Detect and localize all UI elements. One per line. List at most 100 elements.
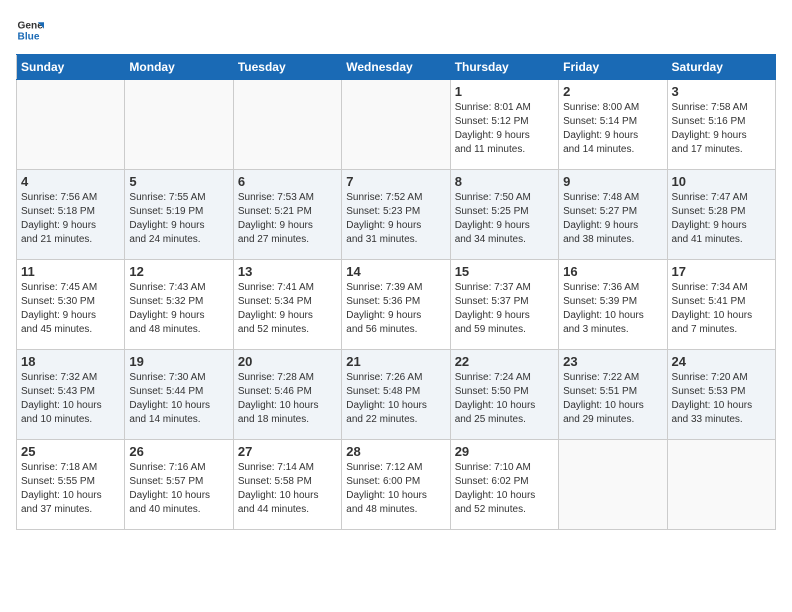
calendar-cell: 20 Sunrise: 7:28 AM Sunset: 5:46 PM Dayli… — [233, 350, 341, 440]
day-info: Sunrise: 7:22 AM Sunset: 5:51 PM Dayligh… — [563, 371, 662, 427]
col-header-monday: Monday — [125, 55, 233, 80]
calendar-table: SundayMondayTuesdayWednesdayThursdayFrid… — [16, 54, 776, 530]
calendar-cell: 5 Sunrise: 7:55 AM Sunset: 5:19 PM Daylig… — [125, 170, 233, 260]
day-number: 19 — [129, 354, 228, 369]
calendar-cell: 15 Sunrise: 7:37 AM Sunset: 5:37 PM Dayli… — [450, 260, 558, 350]
day-info: Sunrise: 7:37 AM Sunset: 5:37 PM Dayligh… — [455, 281, 554, 337]
day-info: Sunrise: 7:36 AM Sunset: 5:39 PM Dayligh… — [563, 281, 662, 337]
calendar-cell: 17 Sunrise: 7:34 AM Sunset: 5:41 PM Dayli… — [667, 260, 775, 350]
day-number: 26 — [129, 444, 228, 459]
day-number: 13 — [238, 264, 337, 279]
day-number: 23 — [563, 354, 662, 369]
calendar-cell: 12 Sunrise: 7:43 AM Sunset: 5:32 PM Dayli… — [125, 260, 233, 350]
day-info: Sunrise: 7:12 AM Sunset: 6:00 PM Dayligh… — [346, 461, 445, 517]
col-header-sunday: Sunday — [17, 55, 125, 80]
day-number: 20 — [238, 354, 337, 369]
day-number: 6 — [238, 174, 337, 189]
day-number: 25 — [21, 444, 120, 459]
day-number: 3 — [672, 84, 771, 99]
calendar-cell: 27 Sunrise: 7:14 AM Sunset: 5:58 PM Dayli… — [233, 440, 341, 530]
calendar-cell: 29 Sunrise: 7:10 AM Sunset: 6:02 PM Dayli… — [450, 440, 558, 530]
calendar-cell: 4Sunrise: 7:56 AM Sunset: 5:18 PM Daylig… — [17, 170, 125, 260]
calendar-cell: 25Sunrise: 7:18 AM Sunset: 5:55 PM Dayli… — [17, 440, 125, 530]
day-info: Sunrise: 8:00 AM Sunset: 5:14 PM Dayligh… — [563, 101, 662, 157]
svg-text:Blue: Blue — [18, 31, 40, 42]
day-number: 29 — [455, 444, 554, 459]
day-number: 10 — [672, 174, 771, 189]
week-row-2: 4Sunrise: 7:56 AM Sunset: 5:18 PM Daylig… — [17, 170, 776, 260]
calendar-cell — [667, 440, 775, 530]
col-header-friday: Friday — [559, 55, 667, 80]
calendar-cell: 23 Sunrise: 7:22 AM Sunset: 5:51 PM Dayli… — [559, 350, 667, 440]
day-info: Sunrise: 7:20 AM Sunset: 5:53 PM Dayligh… — [672, 371, 771, 427]
day-info: Sunrise: 7:43 AM Sunset: 5:32 PM Dayligh… — [129, 281, 228, 337]
day-number: 15 — [455, 264, 554, 279]
day-info: Sunrise: 7:24 AM Sunset: 5:50 PM Dayligh… — [455, 371, 554, 427]
calendar-cell: 7Sunrise: 7:52 AM Sunset: 5:23 PM Daylig… — [342, 170, 450, 260]
day-number: 4 — [21, 174, 120, 189]
calendar-cell: 21 Sunrise: 7:26 AM Sunset: 5:48 PM Dayli… — [342, 350, 450, 440]
day-number: 5 — [129, 174, 228, 189]
day-number: 21 — [346, 354, 445, 369]
calendar-cell: 28Sunrise: 7:12 AM Sunset: 6:00 PM Dayli… — [342, 440, 450, 530]
day-number: 8 — [455, 174, 554, 189]
calendar-cell: 14Sunrise: 7:39 AM Sunset: 5:36 PM Dayli… — [342, 260, 450, 350]
day-info: Sunrise: 7:26 AM Sunset: 5:48 PM Dayligh… — [346, 371, 445, 427]
day-number: 11 — [21, 264, 120, 279]
day-number: 27 — [238, 444, 337, 459]
day-info: Sunrise: 7:58 AM Sunset: 5:16 PM Dayligh… — [672, 101, 771, 157]
logo-icon: General Blue — [16, 16, 44, 44]
day-number: 17 — [672, 264, 771, 279]
calendar-header-row: SundayMondayTuesdayWednesdayThursdayFrid… — [17, 55, 776, 80]
day-number: 12 — [129, 264, 228, 279]
col-header-wednesday: Wednesday — [342, 55, 450, 80]
calendar-cell: 2 Sunrise: 8:00 AM Sunset: 5:14 PM Daylig… — [559, 80, 667, 170]
day-info: Sunrise: 7:47 AM Sunset: 5:28 PM Dayligh… — [672, 191, 771, 247]
week-row-5: 25Sunrise: 7:18 AM Sunset: 5:55 PM Dayli… — [17, 440, 776, 530]
day-number: 18 — [21, 354, 120, 369]
week-row-1: 1 Sunrise: 8:01 AM Sunset: 5:12 PM Daylig… — [17, 80, 776, 170]
calendar-cell: 13 Sunrise: 7:41 AM Sunset: 5:34 PM Dayli… — [233, 260, 341, 350]
calendar-cell — [342, 80, 450, 170]
calendar-cell: 1 Sunrise: 8:01 AM Sunset: 5:12 PM Daylig… — [450, 80, 558, 170]
day-info: Sunrise: 7:48 AM Sunset: 5:27 PM Dayligh… — [563, 191, 662, 247]
day-info: Sunrise: 7:41 AM Sunset: 5:34 PM Dayligh… — [238, 281, 337, 337]
day-info: Sunrise: 7:34 AM Sunset: 5:41 PM Dayligh… — [672, 281, 771, 337]
calendar-cell: 10 Sunrise: 7:47 AM Sunset: 5:28 PM Dayli… — [667, 170, 775, 260]
calendar-cell: 19Sunrise: 7:30 AM Sunset: 5:44 PM Dayli… — [125, 350, 233, 440]
col-header-thursday: Thursday — [450, 55, 558, 80]
day-info: Sunrise: 7:50 AM Sunset: 5:25 PM Dayligh… — [455, 191, 554, 247]
logo: General Blue — [16, 16, 48, 44]
day-info: Sunrise: 7:16 AM Sunset: 5:57 PM Dayligh… — [129, 461, 228, 517]
day-info: Sunrise: 7:28 AM Sunset: 5:46 PM Dayligh… — [238, 371, 337, 427]
calendar-cell: 18 Sunrise: 7:32 AM Sunset: 5:43 PM Dayli… — [17, 350, 125, 440]
calendar-cell: 8 Sunrise: 7:50 AM Sunset: 5:25 PM Daylig… — [450, 170, 558, 260]
week-row-3: 11 Sunrise: 7:45 AM Sunset: 5:30 PM Dayli… — [17, 260, 776, 350]
day-info: Sunrise: 7:53 AM Sunset: 5:21 PM Dayligh… — [238, 191, 337, 247]
calendar-cell: 9 Sunrise: 7:48 AM Sunset: 5:27 PM Daylig… — [559, 170, 667, 260]
day-info: Sunrise: 8:01 AM Sunset: 5:12 PM Dayligh… — [455, 101, 554, 157]
calendar-cell: 11 Sunrise: 7:45 AM Sunset: 5:30 PM Dayli… — [17, 260, 125, 350]
day-number: 22 — [455, 354, 554, 369]
calendar-cell — [559, 440, 667, 530]
calendar-cell: 24 Sunrise: 7:20 AM Sunset: 5:53 PM Dayli… — [667, 350, 775, 440]
day-number: 1 — [455, 84, 554, 99]
day-info: Sunrise: 7:55 AM Sunset: 5:19 PM Dayligh… — [129, 191, 228, 247]
day-info: Sunrise: 7:52 AM Sunset: 5:23 PM Dayligh… — [346, 191, 445, 247]
day-info: Sunrise: 7:14 AM Sunset: 5:58 PM Dayligh… — [238, 461, 337, 517]
calendar-cell: 26 Sunrise: 7:16 AM Sunset: 5:57 PM Dayli… — [125, 440, 233, 530]
day-info: Sunrise: 7:39 AM Sunset: 5:36 PM Dayligh… — [346, 281, 445, 337]
calendar-cell — [233, 80, 341, 170]
calendar-cell: 3 Sunrise: 7:58 AM Sunset: 5:16 PM Daylig… — [667, 80, 775, 170]
day-number: 9 — [563, 174, 662, 189]
day-info: Sunrise: 7:45 AM Sunset: 5:30 PM Dayligh… — [21, 281, 120, 337]
day-number: 24 — [672, 354, 771, 369]
day-number: 16 — [563, 264, 662, 279]
calendar-cell: 6 Sunrise: 7:53 AM Sunset: 5:21 PM Daylig… — [233, 170, 341, 260]
calendar-cell: 16 Sunrise: 7:36 AM Sunset: 5:39 PM Dayli… — [559, 260, 667, 350]
page-header: General Blue — [16, 16, 776, 44]
day-number: 2 — [563, 84, 662, 99]
calendar-cell — [17, 80, 125, 170]
day-info: Sunrise: 7:10 AM Sunset: 6:02 PM Dayligh… — [455, 461, 554, 517]
day-info: Sunrise: 7:32 AM Sunset: 5:43 PM Dayligh… — [21, 371, 120, 427]
